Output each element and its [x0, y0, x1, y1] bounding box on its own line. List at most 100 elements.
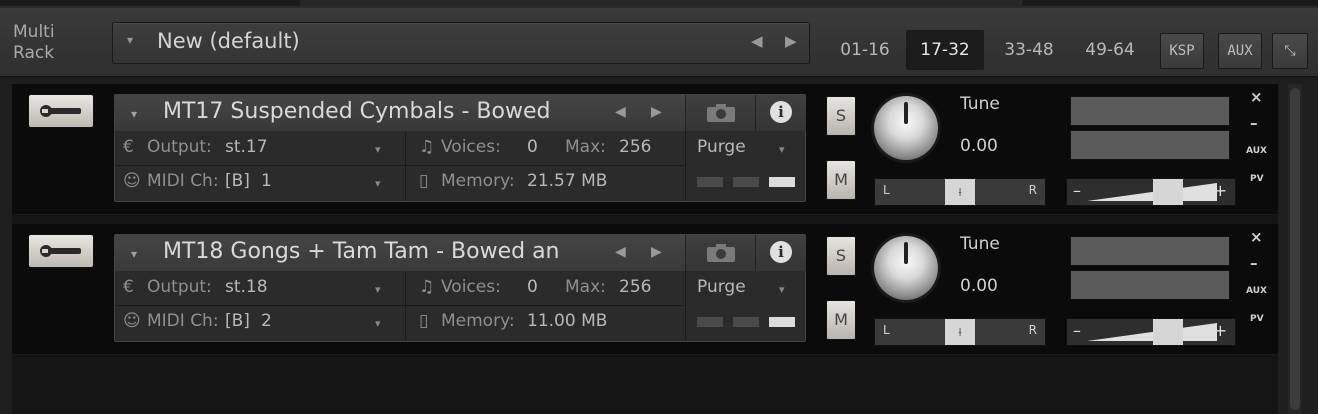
aux-toggle[interactable]: AUX — [1246, 146, 1267, 156]
midi-channel[interactable]: 2 — [261, 311, 272, 331]
chevron-down-icon[interactable]: ▾ — [375, 143, 381, 156]
aux-toggle[interactable]: AUX — [1246, 286, 1267, 296]
memory-icon: ▯ — [419, 171, 429, 191]
volume-down-icon[interactable]: – — [1073, 181, 1081, 200]
top-strip — [0, 0, 1318, 8]
volume-up-icon[interactable]: + — [1214, 321, 1227, 340]
max-voices-value[interactable]: 256 — [619, 277, 651, 297]
pan-handle[interactable]: ⟊ — [945, 319, 975, 345]
pan-left-label: L — [883, 183, 890, 197]
max-voices-value[interactable]: 256 — [619, 137, 651, 157]
close-icon[interactable]: × — [1250, 88, 1263, 106]
edit-instrument-button[interactable] — [28, 234, 94, 268]
prev-instrument-icon[interactable]: ◀ — [615, 104, 626, 120]
bank-tab-49-64[interactable]: 49-64 — [1074, 30, 1146, 70]
collapse-button[interactable]: ⤡ — [1272, 33, 1308, 69]
solo-button[interactable]: S — [826, 96, 856, 136]
solo-button[interactable]: S — [826, 236, 856, 276]
multi-rack-header: Multi Rack ▾ New (default) ◀ ▶ 01-16 17-… — [0, 8, 1318, 77]
mute-button[interactable]: M — [826, 300, 856, 340]
top-strip-segment — [300, 0, 1020, 6]
ksp-button[interactable]: KSP — [1160, 33, 1204, 69]
bank-tab-01-16[interactable]: 01-16 — [834, 30, 896, 70]
tune-knob[interactable] — [874, 96, 938, 160]
memory-value: 11.00 MB — [527, 311, 608, 331]
output-value[interactable]: st.17 — [225, 137, 268, 157]
output-icon: € — [123, 137, 134, 157]
volume-down-icon[interactable]: – — [1073, 321, 1081, 340]
level-meter-right — [1070, 270, 1230, 300]
memory-value: 21.57 MB — [527, 171, 608, 191]
edit-instrument-button[interactable] — [28, 94, 94, 128]
tune-label: Tune — [960, 234, 1000, 254]
output-value[interactable]: st.18 — [225, 277, 268, 297]
tune-label: Tune — [960, 94, 1000, 114]
chevron-down-icon[interactable]: ▾ — [131, 247, 137, 261]
snapshot-button[interactable] — [685, 95, 756, 131]
volume-handle[interactable] — [1153, 319, 1183, 345]
next-preset-icon[interactable]: ▶ — [785, 32, 797, 50]
minimize-icon[interactable]: – — [1250, 254, 1258, 272]
volume-slider[interactable]: – + — [1066, 178, 1236, 206]
prev-preset-icon[interactable]: ◀ — [751, 32, 763, 50]
tune-value[interactable]: 0.00 — [960, 136, 998, 156]
aux-button[interactable]: AUX — [1218, 33, 1262, 69]
tune-knob[interactable] — [874, 236, 938, 300]
pan-left-label: L — [883, 323, 890, 337]
instrument-name[interactable]: MT17 Suspended Cymbals - Bowed — [163, 99, 593, 124]
info-button[interactable]: i — [755, 95, 806, 131]
bank-tab-17-32[interactable]: 17-32 — [906, 30, 984, 70]
memory-icon: ▯ — [419, 311, 429, 331]
voices-icon: ♫ — [419, 277, 435, 297]
close-icon[interactable]: × — [1250, 228, 1263, 246]
chevron-down-icon[interactable]: ▾ — [127, 33, 133, 47]
chevron-down-icon[interactable]: ▾ — [375, 177, 381, 190]
bank-tab-33-48[interactable]: 33-48 — [994, 30, 1064, 70]
mute-button[interactable]: M — [826, 160, 856, 200]
tune-value[interactable]: 0.00 — [960, 276, 998, 296]
voices-label: Voices: — [441, 137, 501, 157]
pan-right-label: R — [1028, 323, 1037, 337]
midi-port[interactable]: [B] — [225, 171, 250, 191]
purge-led — [769, 177, 795, 187]
top-strip-segment — [0, 0, 300, 6]
voices-value: 0 — [527, 277, 538, 297]
preset-name: New (default) — [157, 29, 300, 53]
vertical-scrollbar[interactable] — [1288, 84, 1302, 414]
chevron-down-icon[interactable]: ▾ — [779, 283, 785, 296]
memory-label: Memory: — [441, 311, 515, 331]
snapshot-button[interactable] — [685, 235, 756, 271]
pv-toggle[interactable]: PV — [1250, 174, 1264, 184]
output-row: € Output: st.18 ▾ ♫ Voices: 0 Max: 256 P… — [115, 271, 805, 305]
instrument-slot: ▾ MT17 Suspended Cymbals - Bowed ◀ ▶ i €… — [12, 84, 1278, 215]
info-icon: i — [770, 101, 792, 123]
max-voices-label: Max: — [565, 137, 606, 157]
midi-row: ☺ MIDI Ch: [B] 1 ▾ ▯ Memory: 21.57 MB — [115, 165, 805, 199]
purge-led — [697, 317, 723, 327]
minimize-icon[interactable]: – — [1250, 114, 1258, 132]
midi-label: MIDI Ch: — [147, 311, 219, 331]
chevron-down-icon[interactable]: ▾ — [375, 317, 381, 330]
max-voices-label: Max: — [565, 277, 606, 297]
instrument-name[interactable]: MT18 Gongs + Tam Tam - Bowed an — [163, 239, 593, 264]
pv-toggle[interactable]: PV — [1250, 314, 1264, 324]
info-button[interactable]: i — [755, 235, 806, 271]
volume-handle[interactable] — [1153, 179, 1183, 205]
chevron-down-icon[interactable]: ▾ — [375, 283, 381, 296]
preset-selector[interactable]: ▾ New (default) ◀ ▶ — [112, 22, 810, 64]
prev-instrument-icon[interactable]: ◀ — [615, 244, 626, 260]
purge-menu[interactable]: Purge — [697, 137, 746, 157]
purge-menu[interactable]: Purge — [697, 277, 746, 297]
pan-slider[interactable]: L ⟊ R — [874, 318, 1046, 346]
midi-port[interactable]: [B] — [225, 311, 250, 331]
volume-slider[interactable]: – + — [1066, 318, 1236, 346]
volume-up-icon[interactable]: + — [1214, 181, 1227, 200]
chevron-down-icon[interactable]: ▾ — [779, 143, 785, 156]
pan-handle[interactable]: ⟊ — [945, 179, 975, 205]
midi-channel[interactable]: 1 — [261, 171, 272, 191]
next-instrument-icon[interactable]: ▶ — [651, 244, 662, 260]
scrollbar-thumb[interactable] — [1290, 88, 1300, 410]
pan-slider[interactable]: L ⟊ R — [874, 178, 1046, 206]
chevron-down-icon[interactable]: ▾ — [131, 107, 137, 121]
next-instrument-icon[interactable]: ▶ — [651, 104, 662, 120]
